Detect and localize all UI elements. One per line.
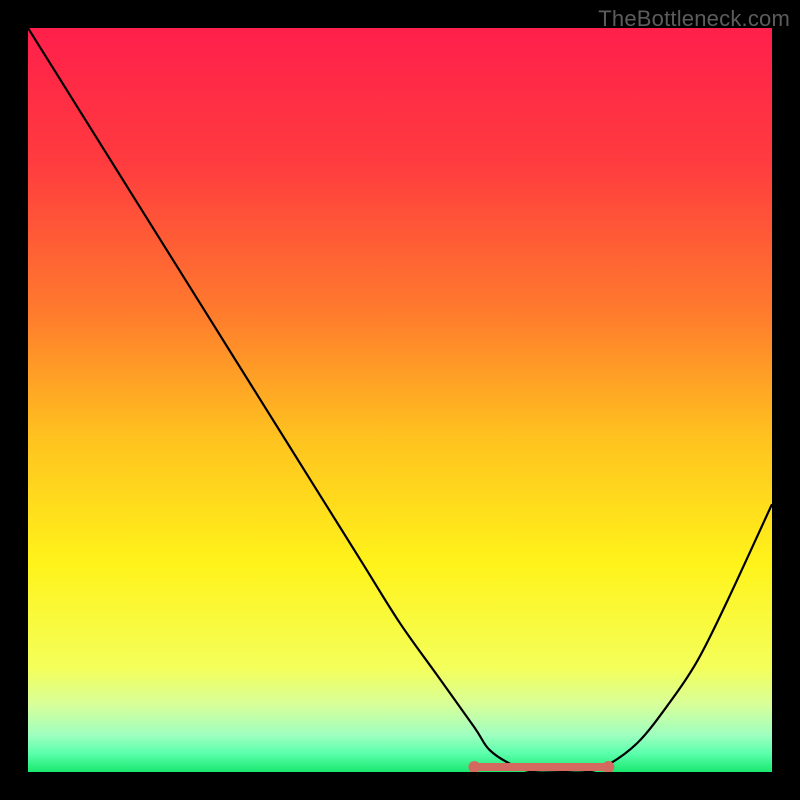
bottleneck-chart — [28, 28, 772, 772]
watermark-text: TheBottleneck.com — [598, 6, 790, 32]
gradient-background — [28, 28, 772, 772]
chart-frame — [28, 28, 772, 772]
